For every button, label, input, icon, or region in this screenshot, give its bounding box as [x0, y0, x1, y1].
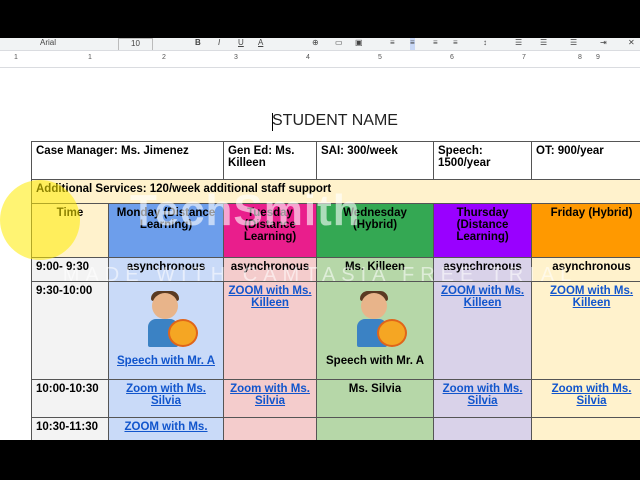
ruler-tick: 8 [578, 54, 582, 61]
cursor-highlight [0, 180, 80, 260]
bitmoji-fist-bump-image [136, 291, 198, 351]
bold-icon[interactable]: B [195, 38, 201, 50]
top-black-bar [0, 0, 640, 38]
align-right-icon[interactable]: ≡ [433, 38, 438, 50]
numbered-list-icon[interactable]: ☰ [570, 38, 577, 50]
table-row: 9:30-10:00 Speech with Mr. A ZOOM with M… [31, 281, 640, 380]
speech-text[interactable]: Speech with Mr. A [326, 355, 424, 367]
zoom-link[interactable]: ZOOM with Ms. Killeen [550, 285, 633, 309]
checklist-icon[interactable]: ☰ [515, 38, 522, 50]
bottom-black-bar [0, 440, 640, 480]
zoom-link[interactable]: Zoom with Ms. Silvia [443, 383, 523, 407]
schedule-cell: ZOOM with Ms. Killeen [531, 281, 640, 380]
time-cell[interactable]: 10:00-10:30 [31, 379, 109, 418]
table-row: Case Manager: Ms. Jimenez Gen Ed: Ms. Ki… [30, 141, 640, 180]
case-manager-cell[interactable]: Case Manager: Ms. Jimenez [30, 141, 225, 180]
speech-cell[interactable]: Speech: 1500/year [433, 141, 533, 180]
schedule-cell: ZOOM with Ms. Killeen [433, 281, 533, 380]
justify-icon[interactable]: ≡ [453, 38, 458, 50]
sai-cell[interactable]: SAI: 300/week [316, 141, 435, 180]
line-spacing-icon[interactable]: ↕ [483, 38, 487, 50]
schedule-cell [316, 417, 435, 440]
ruler-tick: 6 [450, 54, 454, 61]
zoom-link[interactable]: Zoom with Ms. Silvia [126, 383, 206, 407]
bitmoji-fist-bump-image [345, 291, 408, 351]
clear-format-icon[interactable]: ✕ [628, 38, 635, 50]
schedule-cell: Speech with Mr. A [107, 281, 225, 380]
bullet-list-icon[interactable]: ☰ [540, 38, 547, 50]
italic-icon[interactable]: I [218, 38, 220, 50]
zoom-link[interactable]: ZOOM with Ms. Killeen [441, 285, 524, 309]
link-icon[interactable]: ⊕ [312, 38, 319, 50]
font-selector[interactable]: Arial [40, 38, 56, 50]
schedule-cell [223, 417, 318, 440]
table-row: 10:00-10:30 Zoom with Ms. Silvia Zoom wi… [31, 379, 640, 418]
ruler-tick: 5 [378, 54, 382, 61]
document-page[interactable]: STUDENT NAME Case Manager: Ms. Jimenez G… [0, 68, 640, 440]
gen-ed-cell[interactable]: Gen Ed: Ms. Killeen [223, 141, 318, 180]
schedule-cell[interactable]: Ms. Silvia [316, 379, 435, 418]
align-left-icon[interactable]: ≡ [390, 38, 395, 50]
time-cell[interactable]: 10:30-11:30 [31, 417, 109, 440]
ruler-tick: 1 [88, 54, 92, 61]
image-icon[interactable]: ▣ [355, 38, 363, 50]
schedule-cell: ZOOM with Ms. Killeen [223, 281, 318, 380]
friday-header[interactable]: Friday (Hybrid) [531, 203, 640, 258]
schedule-cell [433, 417, 533, 440]
ruler-tick: 1 [14, 54, 18, 61]
ruler-tick: 3 [234, 54, 238, 61]
camtasia-watermark-banner: MADE WITH CAMTASIA FREE TRIAL [62, 264, 578, 286]
font-size-input[interactable]: 10 [118, 38, 153, 50]
zoom-link[interactable]: Zoom with Ms. Silvia [230, 383, 310, 407]
schedule-cell: Speech with Mr. A [316, 281, 435, 380]
comment-icon[interactable]: ▭ [335, 38, 343, 50]
align-center-icon[interactable]: ≡ [410, 38, 415, 50]
table-row: 10:30-11:30 ZOOM with Ms. [31, 417, 640, 440]
zoom-link[interactable]: ZOOM with Ms. Killeen [228, 285, 311, 309]
zoom-link[interactable]: Zoom with Ms. Silvia [552, 383, 632, 407]
text-cursor [272, 113, 273, 131]
indent-icon[interactable]: ⇥ [600, 38, 607, 50]
speech-link[interactable]: Speech with Mr. A [117, 355, 215, 367]
thursday-header[interactable]: Thursday (Distance Learning) [433, 203, 533, 258]
ot-cell[interactable]: OT: 900/year [531, 141, 640, 180]
ruler-tick: 9 [596, 54, 600, 61]
text-color-icon[interactable]: A [258, 38, 263, 50]
ruler-tick: 7 [522, 54, 526, 61]
schedule-cell [531, 417, 640, 440]
time-cell[interactable]: 9:30-10:00 [31, 281, 109, 380]
ruler-tick: 4 [306, 54, 310, 61]
techsmith-watermark-logo: TechSmith [130, 186, 361, 235]
ruler-tick: 2 [162, 54, 166, 61]
zoom-link[interactable]: ZOOM with Ms. [124, 421, 207, 433]
ruler: 1 1 2 3 4 5 6 7 8 9 [0, 51, 640, 68]
editor-toolbar: Arial 10 B I U A ⊕ ▭ ▣ ≡ ≡ ≡ ≡ ↕ ☰ ☰ ☰ ⇥… [0, 38, 640, 51]
document-title[interactable]: STUDENT NAME [272, 112, 398, 130]
underline-icon[interactable]: U [238, 38, 244, 50]
